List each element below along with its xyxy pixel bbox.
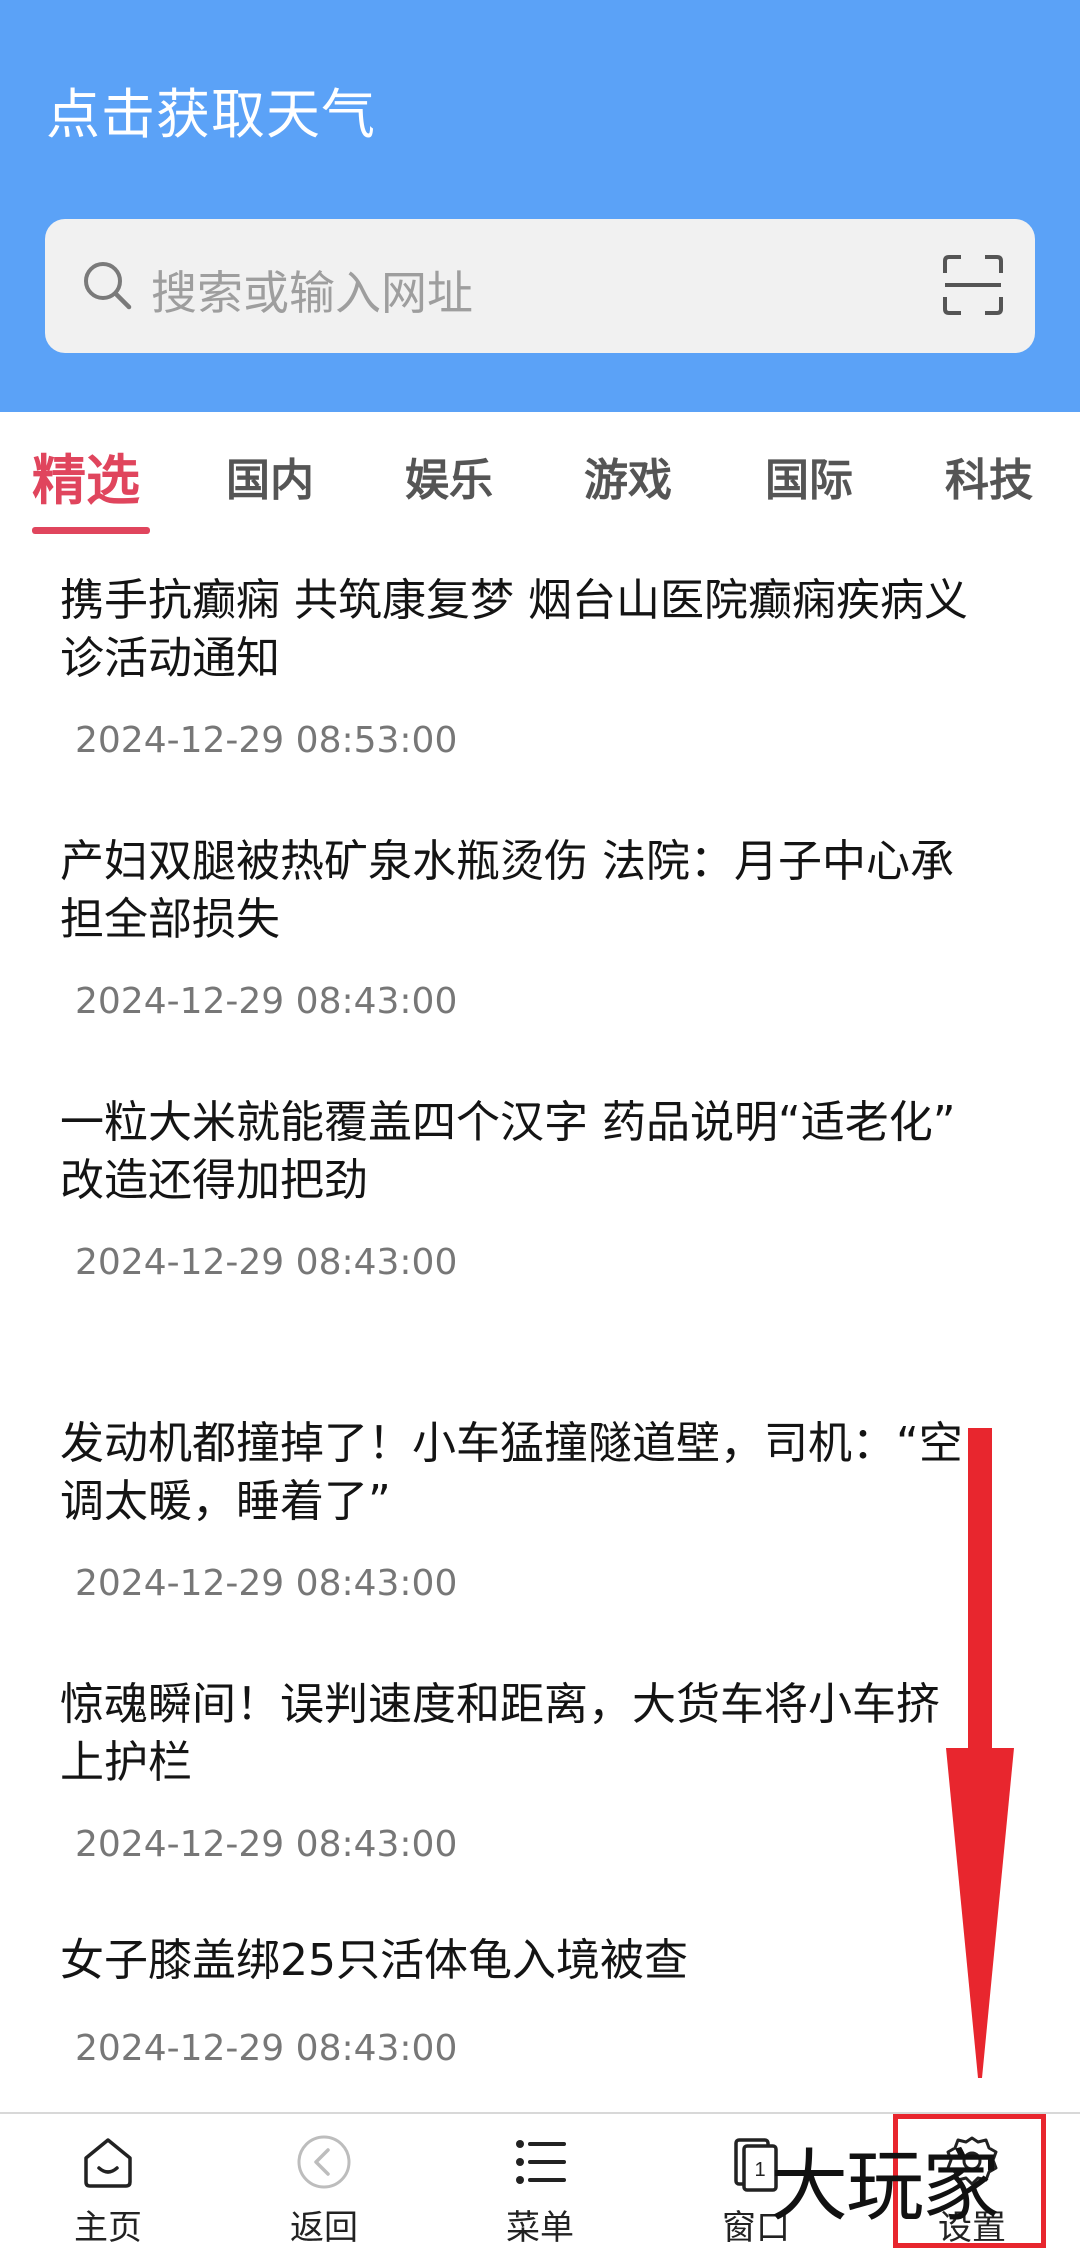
news-title-line: 惊魂瞬间！误判速度和距离，大货车将小车挤 [60,1679,940,1730]
menu-icon [516,2140,566,2184]
nav-back-label: 返回 [290,2208,358,2248]
tab-international[interactable]: 国际 [765,444,853,508]
annotation-arrow [946,1428,1014,2078]
search-icon [84,262,132,310]
news-title-line: 改造还得加把劲 [60,1155,368,1206]
tab-entertainment[interactable]: 娱乐 [405,444,493,508]
home-icon [84,2138,132,2188]
header: 点击获取天气 搜索或输入网址 [0,0,1080,412]
weather-label[interactable]: 点击获取天气 [46,70,376,149]
nav-menu-label: 菜单 [506,2208,574,2248]
news-title-line: 携手抗癫痫 共筑康复梦 烟台山医院癫痫疾病义 [60,575,968,626]
news-timestamp: 2024-12-29 08:43:00 [75,1242,458,1283]
news-title-line: 诊活动通知 [60,633,280,684]
search-input[interactable]: 搜索或输入网址 [151,257,473,323]
nav-home[interactable]: 主页 [0,2114,216,2252]
news-title-line: 担全部损失 [60,894,280,945]
news-title-line: 女子膝盖绑25只活体龟入境被查 [60,1935,688,1986]
tab-technology[interactable]: 科技 [945,444,1033,508]
tab-featured[interactable]: 精选 [32,436,140,515]
window-count-badge: 1 [754,2159,765,2181]
tab-domestic[interactable]: 国内 [226,444,314,508]
news-timestamp: 2024-12-29 08:43:00 [75,2028,458,2069]
scan-icon[interactable] [941,253,1005,317]
news-title-line: 上护栏 [60,1737,192,1788]
tab-games[interactable]: 游戏 [584,444,672,508]
nav-home-label: 主页 [74,2208,142,2248]
nav-menu[interactable]: 菜单 [432,2114,648,2252]
active-tab-indicator [32,527,150,534]
news-timestamp: 2024-12-29 08:43:00 [75,1824,458,1865]
search-bar[interactable]: 搜索或输入网址 [45,219,1035,353]
category-tabs: 精选 国内 娱乐 游戏 国际 科技 [0,412,1080,542]
news-title-line: 产妇双腿被热矿泉水瓶烫伤 法院：月子中心承 [60,836,954,887]
nav-back[interactable]: 返回 [216,2114,432,2252]
news-timestamp: 2024-12-29 08:43:00 [75,1563,458,1604]
news-title-line: 发动机都撞掉了！小车猛撞隧道壁，司机：“空 [60,1418,963,1469]
news-timestamp: 2024-12-29 08:43:00 [75,981,458,1022]
news-timestamp: 2024-12-29 08:53:00 [75,720,458,761]
watermark-logo: 大玩家 [770,2142,1000,2232]
news-title-line: 调太暖，睡着了” [60,1476,391,1527]
news-title-line: 一粒大米就能覆盖四个汉字 药品说明“适老化” [60,1097,956,1148]
back-icon [297,2135,351,2189]
